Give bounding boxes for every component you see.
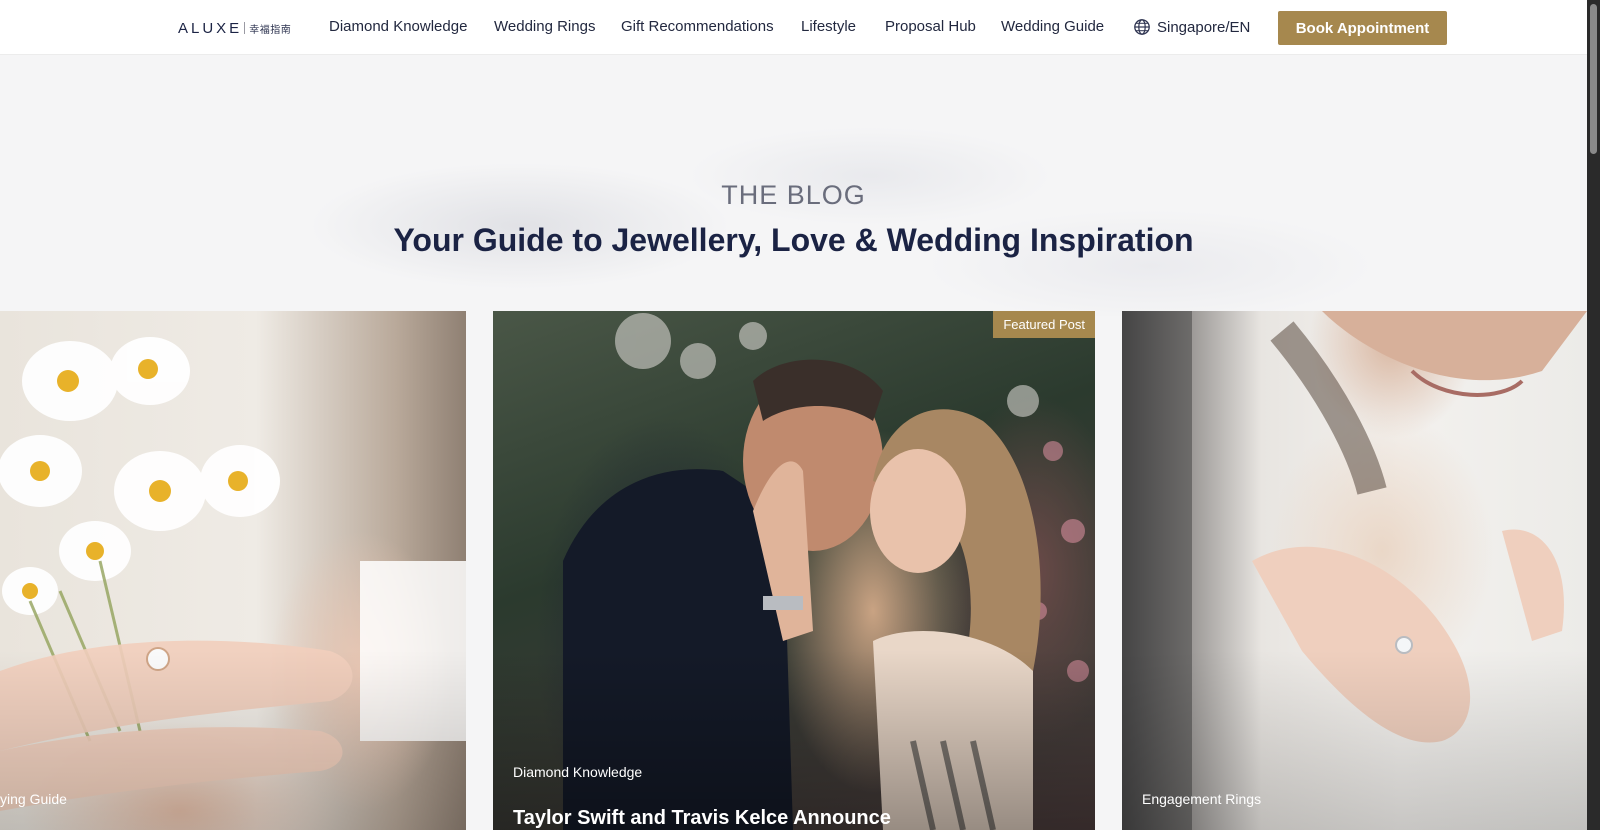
nav-proposal-hub[interactable]: Proposal Hub bbox=[885, 18, 976, 35]
globe-icon bbox=[1133, 18, 1151, 36]
book-appointment-button[interactable]: Book Appointment bbox=[1278, 11, 1447, 45]
scrollbar-thumb[interactable] bbox=[1590, 4, 1597, 154]
nav-wedding-guide[interactable]: Wedding Guide bbox=[1001, 18, 1104, 35]
nav-lifestyle[interactable]: Lifestyle bbox=[801, 18, 856, 35]
logo-wordmark: ALUXE bbox=[178, 19, 243, 37]
top-navigation-bar: ALUXE 幸福指南 Diamond Knowledge Wedding Rin… bbox=[0, 0, 1587, 55]
logo-chinese-text: 幸福指南 bbox=[249, 24, 292, 36]
nav-wedding-rings[interactable]: Wedding Rings bbox=[494, 18, 595, 35]
section-eyebrow: THE BLOG bbox=[721, 180, 866, 210]
region-label: Singapore/EN bbox=[1157, 18, 1251, 36]
card-category[interactable]: Diamond Knowledge bbox=[513, 764, 642, 780]
card-overlay bbox=[493, 650, 1095, 830]
region-language-selector[interactable]: Singapore/EN bbox=[1133, 18, 1250, 36]
page-title: Your Guide to Jewellery, Love & Wedding … bbox=[393, 222, 1194, 258]
blog-card-left[interactable]: ying Guide bbox=[0, 311, 466, 830]
card-overlay bbox=[0, 650, 466, 830]
nav-gift-recommendations[interactable]: Gift Recommendations bbox=[621, 18, 774, 35]
aluxe-logo[interactable]: ALUXE 幸福指南 bbox=[178, 17, 291, 39]
card-title[interactable]: Taylor Swift and Travis Kelce Announce bbox=[513, 807, 891, 830]
card-category[interactable]: ying Guide bbox=[0, 791, 67, 807]
featured-post-badge: Featured Post bbox=[993, 311, 1095, 338]
blog-card-featured[interactable]: Featured Post Diamond Knowledge Taylor S… bbox=[493, 311, 1095, 830]
card-category[interactable]: Engagement Rings bbox=[1142, 791, 1261, 807]
logo-divider bbox=[244, 22, 246, 34]
nav-diamond-knowledge[interactable]: Diamond Knowledge bbox=[329, 18, 467, 35]
blog-card-right[interactable]: Engagement Rings bbox=[1122, 311, 1587, 830]
page-scrollbar[interactable] bbox=[1587, 0, 1600, 830]
